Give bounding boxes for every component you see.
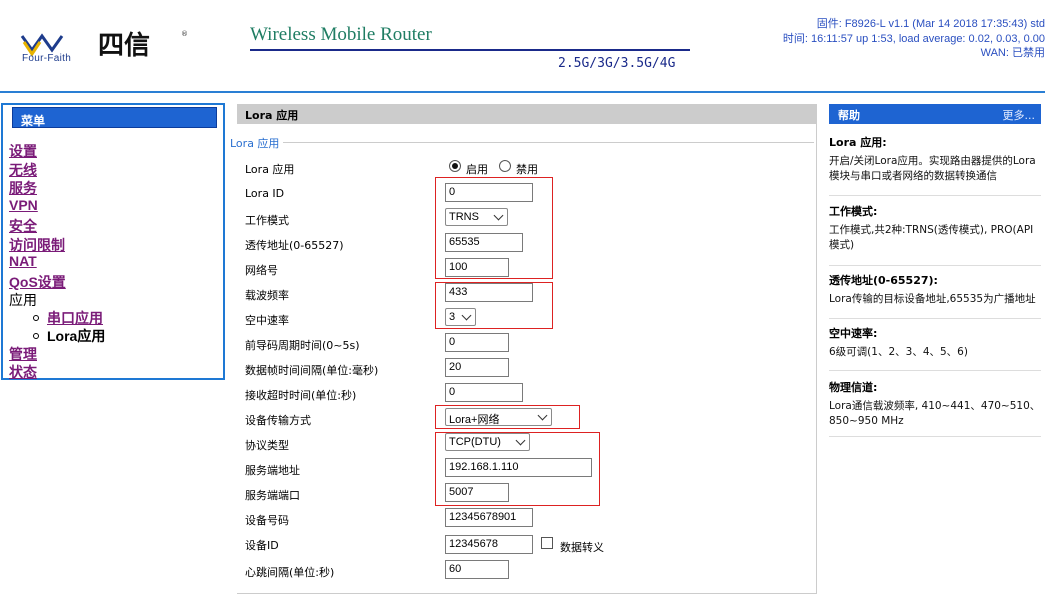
menu-item-nat[interactable]: NAT [9,253,37,269]
menu-item-security[interactable]: 安全 [9,216,37,236]
field-label: 设备号码 [245,514,289,527]
field-label: 透传地址(0-65527) [245,239,344,252]
help-section: 工作模式: 工作模式,共2种:TRNS(透传模式), PRO(API模式) [829,203,1041,266]
disable-radio-label: 禁用 [516,163,538,176]
frame-interval-input[interactable]: 20 [445,358,509,377]
svg-text:®: ® [181,30,188,38]
device-id-input[interactable]: 12345678 [445,535,533,554]
field-label: 数据帧时间间隔(单位:毫秒) [245,364,379,377]
field-label: 协议类型 [245,439,289,452]
menu-item-applications: 应用 [9,292,37,308]
fieldset-legend: Lora 应用 [230,135,284,151]
menu-item-access-restrictions[interactable]: 访问限制 [9,235,65,255]
chevron-down-icon [493,210,504,221]
field-label: 网络号 [245,264,278,277]
help-section: Lora 应用: 开启/关闭Lora应用。实现路由器提供的Lora模块与串口或者… [829,134,1041,196]
uptime-info: 时间: 16:11:57 up 1:53, load average: 0.02… [782,32,1045,45]
field-label: 载波频率 [245,289,289,302]
brand-sub: Four-Faith [22,53,72,64]
server-port-input[interactable]: 5007 [445,483,509,502]
help-section: 物理信道: Lora通信载波频率, 410~441、470~510、850~95… [829,379,1041,437]
chevron-down-icon [461,310,472,321]
field-label: 空中速率 [245,314,289,327]
transmission-mode-select[interactable]: Lora+网络 [445,408,552,426]
menu-item-services[interactable]: 服务 [9,178,37,198]
menu-item-vpn[interactable]: VPN [9,197,38,213]
fieldset-border [280,142,814,143]
menu-title: 菜单 [12,107,217,128]
menu-item-admin[interactable]: 管理 [9,344,37,364]
chevron-down-icon [515,435,526,446]
title-divider [250,49,690,51]
menu-item-wireless[interactable]: 无线 [9,160,37,180]
device-number-input[interactable]: 12345678901 [445,508,533,527]
router-subtitle: 2.5G/3G/3.5G/4G [558,56,676,71]
preamble-period-input[interactable]: 0 [445,333,509,352]
sidebar-menu: 菜单 设置 无线 服务 VPN 安全 访问限制 NAT QoS设置 应用 串口应… [1,103,225,380]
server-address-input[interactable]: 192.168.1.110 [445,458,592,477]
help-more-link[interactable]: 更多... [1003,107,1036,123]
wan-status: WAN: 已禁用 [980,47,1045,59]
field-label: 接收超时时间(单位:秒) [245,389,357,402]
protocol-type-select[interactable]: TCP(DTU) [445,433,530,451]
field-label: 心跳间隔(单位:秒) [245,566,335,579]
field-label: 服务端端口 [245,489,300,502]
field-label: 设备传输方式 [245,414,311,427]
receive-timeout-input[interactable]: 0 [445,383,523,402]
disable-radio[interactable] [499,160,511,172]
field-label: Lora ID [245,187,285,200]
air-rate-select[interactable]: 3 [445,308,476,326]
menu-item-setup[interactable]: 设置 [9,141,37,161]
help-section: 透传地址(0-65527): Lora传输的目标设备地址,65535为广播地址 [829,272,1041,319]
enable-radio-label: 启用 [466,163,488,176]
router-title: Wireless Mobile Router [250,24,432,45]
menu-item-status[interactable]: 状态 [9,362,37,382]
data-escape-checkbox[interactable] [541,537,553,549]
lora-id-input[interactable]: 0 [445,183,533,202]
menu-item-qos[interactable]: QoS设置 [9,272,66,292]
chevron-down-icon [537,410,548,421]
help-section: 空中速率: 6级可调(1、2、3、4、5、6) [829,325,1041,371]
field-label: 设备ID [245,539,279,552]
help-title: 帮助 [838,109,860,122]
data-escape-label: 数据转义 [560,541,604,554]
help-header: 帮助 更多... [829,104,1041,124]
status-panel: 固件: F8926-L v1.1 (Mar 14 2018 17:35:43) … [783,17,1045,61]
svg-text:四信: 四信 [98,31,150,61]
lora-enable-label: Lora 应用 [245,163,295,176]
bullet-icon [33,315,39,321]
enable-radio[interactable] [449,160,461,172]
carrier-frequency-input[interactable]: 433 [445,283,533,302]
work-mode-select[interactable]: TRNS [445,208,508,226]
field-label: 服务端地址 [245,464,300,477]
header-divider [0,91,1045,93]
field-label: 前导码周期时间(0~5s) [245,339,360,352]
bullet-icon [33,333,39,339]
network-id-input[interactable]: 100 [445,258,509,277]
submenu-serial-app[interactable]: 串口应用 [33,308,103,328]
firmware-info: 固件: F8926-L v1.1 (Mar 14 2018 17:35:43) … [816,18,1045,30]
trans-address-input[interactable]: 65535 [445,233,523,252]
field-label: 工作模式 [245,214,289,227]
submenu-lora-app: Lora应用 [33,326,105,346]
heartbeat-interval-input[interactable]: 60 [445,560,509,579]
page-title: Lora 应用 [237,104,817,124]
